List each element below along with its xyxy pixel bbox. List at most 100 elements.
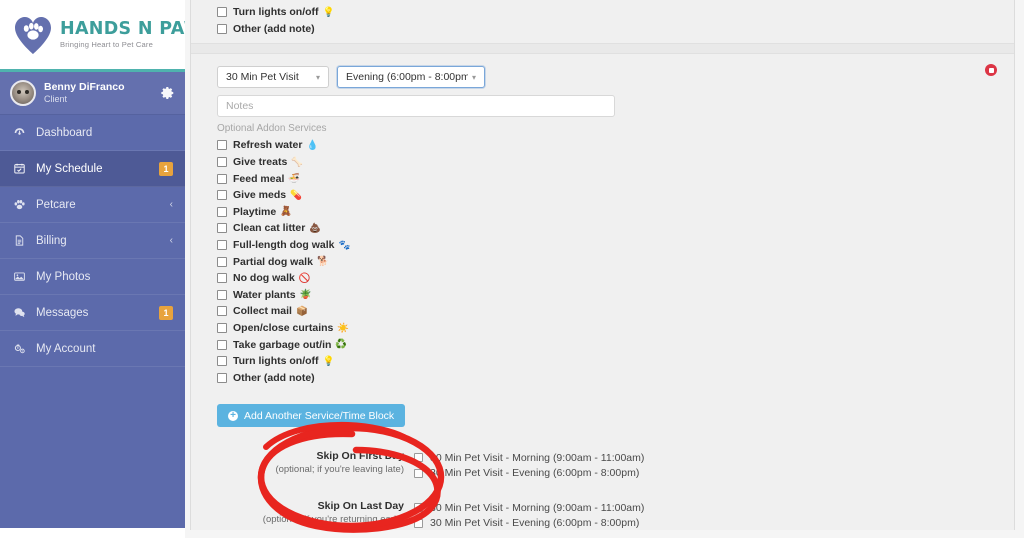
addon-label: Turn lights on/off (233, 6, 319, 19)
service-select[interactable]: 30 Min Pet Visit ▾ (217, 66, 329, 89)
chevron-left-icon: ‹ (169, 235, 173, 246)
gear-icon[interactable] (161, 86, 175, 100)
sidebar-item-billing[interactable]: Billing ‹ (0, 223, 185, 259)
skip-option-row[interactable]: 30 Min Pet Visit - Morning (9:00am - 11:… (414, 450, 644, 466)
addon-checkbox[interactable] (217, 7, 227, 18)
skip-days-section: Skip On First Day (optional; if you're l… (191, 427, 1014, 531)
notes-input[interactable]: Notes (217, 95, 615, 118)
skip-option-label: 30 Min Pet Visit - Morning (9:00am - 11:… (430, 501, 645, 514)
status-badge: 1 (159, 161, 173, 176)
addon-checkbox[interactable] (217, 273, 227, 284)
addon-checkbox[interactable] (217, 140, 227, 151)
addon-row[interactable]: Water plants 🪴 (217, 287, 988, 304)
addon-checkbox[interactable] (217, 306, 227, 317)
addon-row[interactable]: No dog walk 🚫 (217, 270, 988, 287)
skip-first-day-labels: Skip On First Day (optional; if you're l… (191, 449, 414, 481)
skip-option-label: 30 Min Pet Visit - Evening (6:00pm - 8:0… (430, 517, 640, 530)
sidebar-item-label: Messages (36, 306, 89, 319)
addon-row[interactable]: Refresh water 💧 (217, 137, 988, 154)
sidebar: HANDS N PAWS Bringing Heart to Pet Care … (0, 0, 216, 528)
sidebar-item-label: My Schedule (36, 162, 103, 175)
skip-checkbox[interactable] (414, 468, 423, 478)
calendar-icon (12, 161, 27, 176)
bowl-icon: 🍜 (288, 173, 301, 185)
addon-row[interactable]: Open/close curtains ☀️ (217, 320, 988, 337)
chevron-down-icon: ▾ (315, 72, 320, 82)
service-time-row: 30 Min Pet Visit ▾ Evening (6:00pm - 8:0… (217, 54, 988, 89)
sidebar-item-dashboard[interactable]: Dashboard (0, 115, 185, 151)
skip-first-day-hint: (optional; if you're leaving late) (275, 464, 404, 476)
add-another-service-button[interactable]: + Add Another Service/Time Block (217, 404, 406, 428)
addon-label: Give meds (233, 189, 287, 202)
sidebar-item-messages[interactable]: Messages 1 (0, 295, 185, 331)
addon-checkbox[interactable] (217, 157, 227, 168)
user-profile[interactable]: Benny DiFranco Client (0, 72, 185, 115)
addon-checkbox[interactable] (217, 206, 227, 217)
addon-row[interactable]: Other (add note) (217, 21, 988, 38)
chevron-down-icon: ▾ (471, 72, 476, 82)
addon-checkbox[interactable] (217, 240, 227, 251)
chat-icon (12, 305, 27, 320)
dashboard-icon (12, 125, 27, 140)
skip-option-row[interactable]: 30 Min Pet Visit - Morning (9:00am - 11:… (414, 500, 644, 516)
skip-checkbox[interactable] (414, 518, 423, 528)
package-icon: 📦 (295, 305, 308, 317)
addon-checkbox[interactable] (217, 339, 227, 350)
paw-prints-icon: 🐾 (338, 239, 351, 251)
block-separator (191, 43, 1014, 55)
addon-row[interactable]: Give meds 💊 (217, 187, 988, 204)
skip-option-row[interactable]: 30 Min Pet Visit - Evening (6:00pm - 8:0… (414, 466, 644, 482)
addon-row[interactable]: Playtime 🧸 (217, 204, 988, 221)
addon-checkbox[interactable] (217, 173, 227, 184)
addon-row[interactable]: Turn lights on/off 💡 (217, 353, 988, 370)
addon-row[interactable]: Clean cat litter 💩 (217, 220, 988, 237)
sidebar-item-label: Dashboard (36, 126, 93, 139)
skip-checkbox[interactable] (414, 503, 423, 513)
skip-option-row[interactable]: 30 Min Pet Visit - Evening (6:00pm - 8:0… (414, 516, 644, 532)
plus-circle-icon: + (228, 410, 238, 421)
addon-checkbox[interactable] (217, 223, 227, 234)
remove-circle-icon[interactable] (985, 64, 997, 77)
brand-logo[interactable]: HANDS N PAWS Bringing Heart to Pet Care (0, 0, 216, 72)
addon-checkbox[interactable] (217, 256, 227, 267)
sidebar-item-my-schedule[interactable]: My Schedule 1 (0, 151, 185, 187)
status-badge: 1 (159, 305, 173, 320)
previous-service-block: Turn lights on/off 💡 Other (add note) (191, 0, 1014, 44)
image-icon (12, 269, 27, 284)
addon-checkbox[interactable] (217, 23, 227, 34)
addon-checkbox[interactable] (217, 190, 227, 201)
chevron-left-icon: ‹ (169, 199, 173, 210)
booking-form-card: Turn lights on/off 💡 Other (add note) 30… (190, 0, 1015, 530)
addon-label: Full-length dog walk (233, 239, 335, 252)
sidebar-item-petcare[interactable]: Petcare ‹ (0, 187, 185, 223)
addon-row[interactable]: Feed meal 🍜 (217, 170, 988, 187)
prohibited-icon: 🚫 (298, 272, 311, 284)
addon-checkbox[interactable] (217, 289, 227, 300)
skip-last-day-labels: Skip On Last Day (optional; if you're re… (191, 499, 414, 531)
addon-checkbox[interactable] (217, 372, 227, 383)
dog-icon: 🐕 (316, 256, 329, 268)
sidebar-item-my-photos[interactable]: My Photos (0, 259, 185, 295)
skip-last-day-group: Skip On Last Day (optional; if you're re… (191, 499, 1014, 531)
addon-row[interactable]: Other (add note) (217, 370, 988, 387)
addon-row[interactable]: Turn lights on/off 💡 (217, 4, 988, 21)
cogs-icon (12, 341, 27, 356)
lightbulb-icon: 💡 (322, 6, 335, 18)
addon-label: Give treats (233, 156, 288, 169)
addon-row[interactable]: Full-length dog walk 🐾 (217, 237, 988, 254)
addon-label: Water plants (233, 288, 296, 301)
addon-row[interactable]: Give treats 🦴 (217, 154, 988, 171)
skip-last-day-title: Skip On Last Day (317, 500, 404, 513)
addon-row[interactable]: Collect mail 📦 (217, 303, 988, 320)
sidebar-item-my-account[interactable]: My Account (0, 331, 185, 367)
addon-label: Playtime (233, 205, 277, 218)
addon-row[interactable]: Take garbage out/in ♻️ (217, 336, 988, 353)
addon-label: Partial dog walk (233, 255, 313, 268)
addon-checkbox[interactable] (217, 356, 227, 367)
add-service-area: + Add Another Service/Time Block (191, 390, 1014, 428)
skip-checkbox[interactable] (414, 453, 423, 463)
skip-option-label: 30 Min Pet Visit - Morning (9:00am - 11:… (430, 451, 645, 464)
addon-checkbox[interactable] (217, 323, 227, 334)
addon-row[interactable]: Partial dog walk 🐕 (217, 253, 988, 270)
time-select[interactable]: Evening (6:00pm - 8:00pm) ▾ (337, 66, 485, 89)
